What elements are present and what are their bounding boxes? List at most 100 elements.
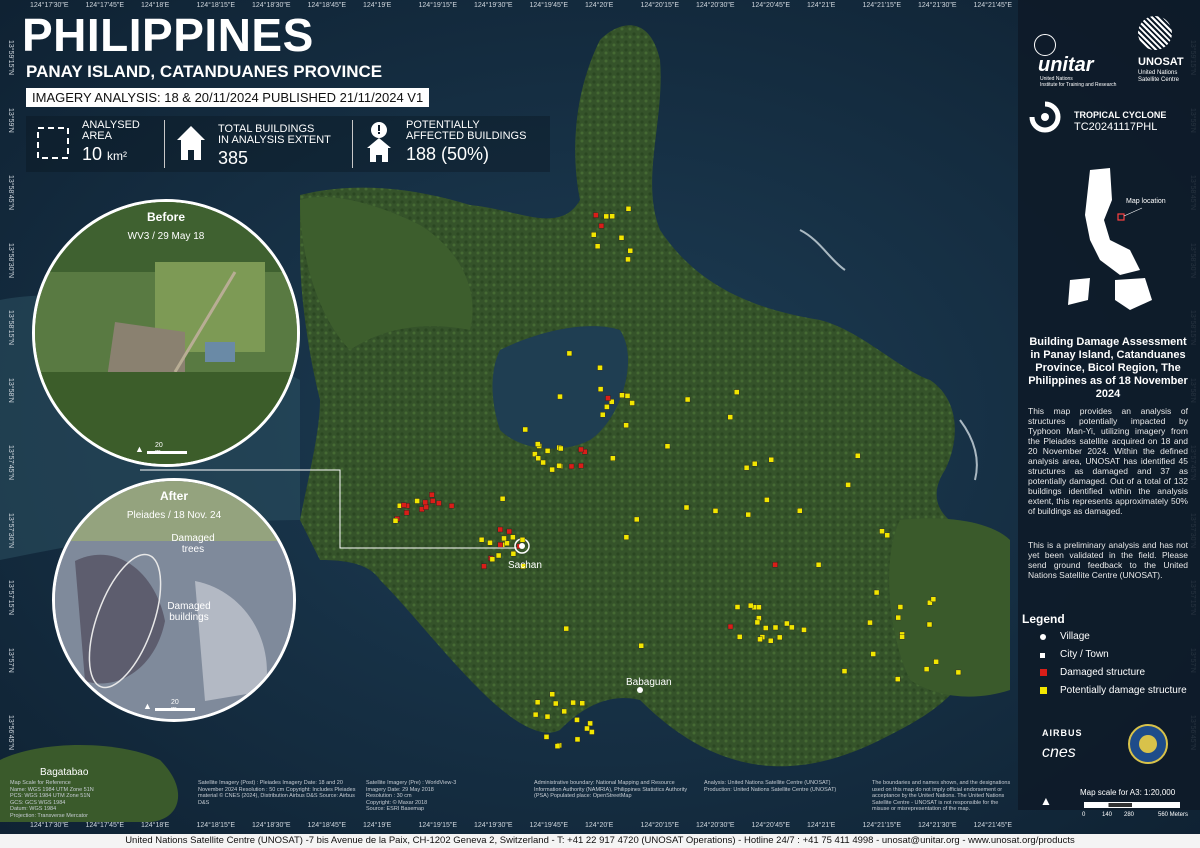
analysed-value: 10	[82, 144, 103, 164]
coord-lat-label: 13°58'N	[7, 377, 14, 403]
north-arrow-icon: ▲	[135, 444, 144, 454]
potential-damage-marker	[923, 666, 930, 672]
potential-damage-marker	[619, 392, 625, 398]
legend-potential-icon	[1040, 687, 1047, 694]
analysed-area-icon	[37, 127, 69, 159]
damaged-structure-marker	[429, 492, 435, 498]
potential-damage-marker	[495, 552, 502, 559]
potential-damage-marker	[603, 213, 609, 220]
coord-lon-label: 124°21'30"E	[918, 2, 957, 9]
potential-damage-marker	[933, 659, 939, 665]
coord-lon-label: 124°20'15"E	[640, 822, 680, 829]
after-inset[interactable]: After Pleiades / 18 Nov. 24 Damaged tree…	[52, 478, 296, 722]
coord-lon-label: 124°20'45"E	[751, 2, 791, 9]
coord-lon-label: 124°18'E	[141, 2, 170, 9]
coord-lon-label: 124°20'15"E	[640, 2, 680, 9]
place-sachan: Sachan	[508, 560, 542, 571]
potential-damage-marker	[549, 691, 555, 697]
coord-lon-label: 124°21'15"E	[862, 2, 902, 9]
potential-damage-marker	[789, 624, 795, 631]
potential-damage-marker	[748, 602, 754, 609]
damaged-structure-marker	[497, 526, 503, 533]
potential-damage-marker	[752, 461, 758, 467]
coord-lon-label: 124°17'45"E	[85, 822, 125, 829]
meta-disclaimer: The boundaries and names shown, and the …	[872, 780, 1011, 812]
place-babaguan: Babaguan	[626, 677, 672, 688]
scale-tick-1: 140	[1102, 812, 1113, 818]
potential-damage-marker	[591, 231, 597, 238]
potential-damage-marker	[884, 532, 890, 538]
coord-lon-label: 124°19'15"E	[418, 2, 458, 9]
coord-lon-label: 124°21'30"E	[918, 822, 957, 829]
stat-divider	[164, 120, 165, 168]
village-marker	[519, 543, 525, 549]
potential-damage-marker	[587, 720, 593, 727]
legend-city-icon	[1040, 653, 1045, 658]
potential-damage-marker	[634, 516, 640, 523]
total-value: 385	[218, 148, 249, 168]
damaged-structure-marker	[497, 542, 503, 548]
potential-damage-marker	[609, 213, 615, 220]
coord-lon-label: 124°18'15"E	[196, 822, 236, 829]
coord-lon-label: 124°20'45"E	[751, 822, 791, 829]
potential-damage-marker	[629, 400, 635, 406]
legend-village: Village	[1060, 631, 1090, 642]
damaged-structure-marker	[578, 446, 584, 453]
potential-damage-marker	[926, 621, 933, 628]
potential-damage-marker	[801, 627, 807, 633]
potential-damage-marker	[768, 638, 774, 644]
scale-title: Map scale for A3: 1:20,000	[1080, 788, 1176, 797]
page-title: PHILIPPINES	[22, 9, 314, 61]
legend-city: City / Town	[1060, 649, 1109, 660]
potential-damage-marker	[618, 235, 625, 241]
potential-damage-marker	[392, 518, 399, 524]
philippines-locator-map	[1068, 168, 1152, 310]
coord-lon-label: 124°17'30"E	[30, 822, 69, 829]
coord-lon-label: 124°20'30"E	[696, 2, 735, 9]
potential-damage-marker	[600, 412, 606, 418]
coord-lon-label: 124°21'45"E	[973, 822, 1013, 829]
potential-damage-marker	[510, 534, 516, 540]
assessment-heading: Building Damage Assessment in Panay Isla…	[1028, 336, 1188, 400]
legend-village-icon	[1040, 634, 1046, 640]
potential-damage-marker	[664, 443, 671, 449]
damaged-structure-marker	[423, 504, 429, 510]
potential-damage-marker	[870, 651, 876, 657]
potential-damage-marker	[855, 453, 861, 459]
coord-lat-label: 13°57'15"N	[7, 580, 14, 616]
coord-lat-label: 13°59'N	[7, 107, 14, 133]
copernicus-charter-icon	[1128, 724, 1168, 764]
damaged-structure-marker	[436, 500, 442, 506]
potential-damage-marker	[535, 455, 541, 461]
potential-damage-marker	[554, 743, 561, 749]
potential-damage-marker	[625, 206, 632, 212]
coord-lat-label: 13°56'45"N	[7, 715, 14, 751]
potential-damage-marker	[504, 540, 510, 546]
potential-damage-marker	[534, 699, 541, 705]
potential-damage-marker	[930, 596, 937, 602]
scale-tick-0: 0	[1082, 812, 1086, 818]
before-inset[interactable]: Before WV3 / 29 May 18 20 m ▲	[32, 199, 300, 467]
coord-lat-label: 13°58'15"N	[7, 310, 14, 346]
assessment-disclaimer: This is a preliminary analysis and has n…	[1028, 540, 1188, 580]
potential-damage-marker	[522, 426, 528, 433]
coord-lon-label: 124°20'30"E	[696, 822, 735, 829]
affected-house-icon	[367, 122, 391, 162]
potential-damage-marker	[737, 634, 743, 640]
potential-damage-marker	[597, 365, 603, 371]
potential-damage-marker	[623, 534, 630, 540]
coord-lon-label: 124°18'45"E	[307, 2, 347, 9]
airbus-logo: AIRBUS	[1042, 728, 1083, 738]
cnes-logo: cnes	[1042, 744, 1076, 761]
potential-damage-marker	[561, 708, 567, 715]
coord-lon-label: 124°18'15"E	[196, 2, 236, 9]
potential-damage-marker	[604, 404, 610, 410]
coord-lon-label: 124°21'E	[807, 822, 836, 829]
potential-damage-marker	[610, 455, 616, 461]
place-bagatabao: Bagatabao	[40, 767, 89, 778]
potential-damage-marker	[414, 498, 420, 504]
potential-damage-marker	[895, 676, 901, 682]
potential-damage-marker	[597, 386, 604, 392]
map-location-label: Map location	[1126, 198, 1166, 205]
house-icon	[177, 126, 205, 160]
